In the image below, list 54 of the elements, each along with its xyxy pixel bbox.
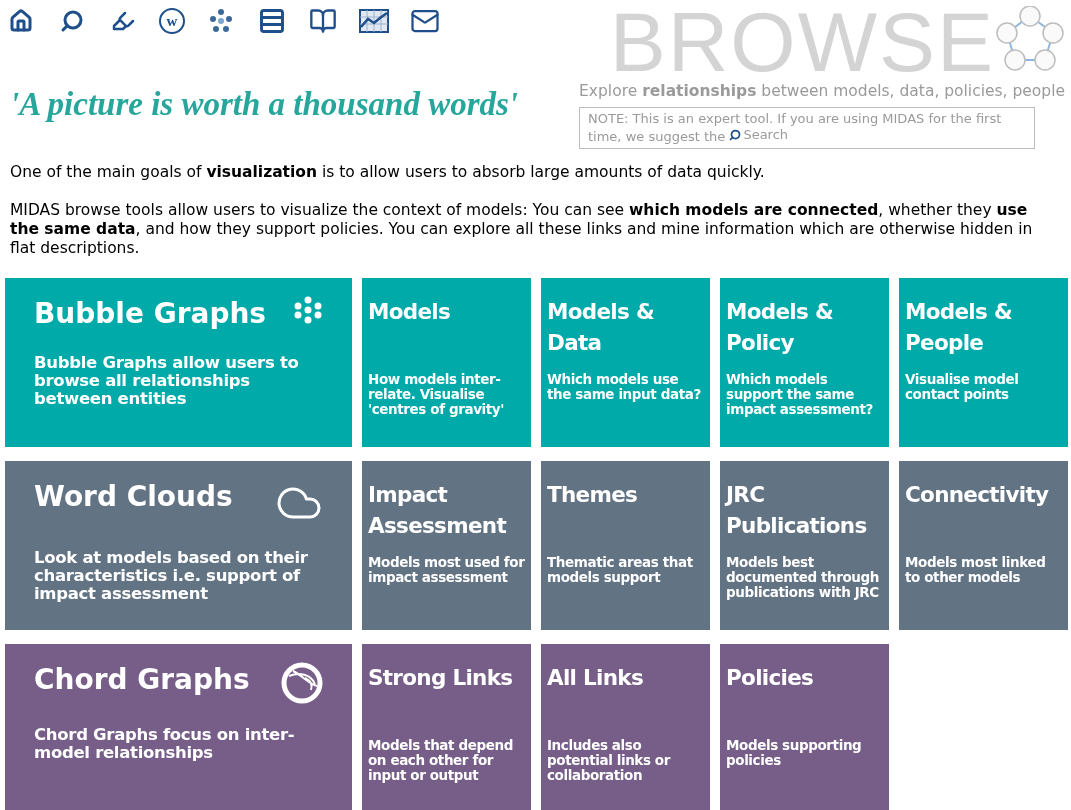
- list-icon[interactable]: [257, 6, 287, 36]
- tile-description: Models best documented through publications with JRC: [726, 555, 881, 601]
- browse-tile[interactable]: Impact Assessment Models most used for impact assessment: [362, 461, 531, 631]
- tile-description: How models inter-relate. Visualise 'centres of gravity': [368, 372, 505, 418]
- search-link[interactable]: Search: [729, 127, 789, 144]
- tile-title: Word Clouds: [34, 479, 233, 516]
- tagline: 'A picture is worth a thousand words': [10, 85, 518, 124]
- tile-description: Models supporting policies: [726, 738, 863, 769]
- tile-description: Models most used for impact assessment: [368, 555, 525, 586]
- chord-icon: [281, 662, 323, 705]
- tile-description: Visualise model contact points: [905, 372, 1020, 403]
- category-tile[interactable]: Bubble Graphs Bubble Graphs allow users to browse all relationships between entities: [5, 278, 352, 448]
- tile-title: Strong Links: [368, 664, 514, 693]
- tile-title: Models & People: [905, 298, 1013, 358]
- tile-title: Connectivity: [905, 481, 1050, 510]
- browse-tile[interactable]: Models & Policy Which models support the same impact assessment?: [720, 278, 889, 448]
- browse-tile[interactable]: Themes Thematic areas that models support: [541, 461, 710, 631]
- note-text: NOTE: This is an expert tool. If you are using MIDAS for the first time, we suggest the Search: [588, 111, 1002, 145]
- tile-description: Chord Graphs focus on inter-model relationships: [34, 726, 296, 763]
- subtitle: Explore relationships between models, data, policies, people: [579, 81, 1065, 102]
- browse-tile[interactable]: All Links Includes also potential links or collaboration: [541, 644, 710, 810]
- intro-paragraph: One of the main goals of visualization is to allow users to absorb large amounts of data quickly.: [10, 163, 766, 183]
- bubble-ring-icon: [995, 6, 1065, 72]
- tile-title: Chord Graphs: [34, 662, 250, 699]
- tile-title: Models & Data: [547, 298, 655, 358]
- tile-description: Which models use the same input data?: [547, 372, 702, 403]
- tile-description: Models that depend on each other for input or output: [368, 738, 514, 784]
- intro-paragraph: MIDAS browse tools allow users to visualize the context of models: You can see which models are connected, whether they use the same data, and how they support policies. You can explore all these links and mine information which are otherwise hidden in flat descriptions.: [10, 201, 1034, 259]
- tile-title: All Links: [547, 664, 645, 693]
- browse-tile[interactable]: JRC Publications Models best documented through publications with JRC: [720, 461, 889, 631]
- category-tile[interactable]: Chord Graphs Chord Graphs focus on inter-model relationships: [5, 644, 352, 810]
- tile-title: Impact Assessment: [368, 481, 508, 541]
- tile-description: Thematic areas that models support: [547, 555, 694, 586]
- category-tile[interactable]: Word Clouds Look at models based on their characteristics i.e. support of impact assessment: [5, 461, 352, 631]
- browse-tile[interactable]: Models & People Visualise model contact points: [899, 278, 1068, 448]
- browse-tile[interactable]: Connectivity Models most linked to other models: [899, 461, 1068, 631]
- tile-title: Models: [368, 298, 452, 327]
- tile-description: Bubble Graphs allow users to browse all relationships between entities: [34, 354, 300, 409]
- tile-description: Includes also potential links or collaboration: [547, 738, 672, 784]
- tile-title: Policies: [726, 664, 815, 693]
- tile-title: Bubble Graphs: [34, 296, 267, 333]
- tile-title: Models & Policy: [726, 298, 834, 358]
- bubbles-icon: [293, 296, 323, 325]
- tile-description: Models most linked to other models: [905, 555, 1047, 586]
- browse-tile[interactable]: Policies Models supporting policies: [720, 644, 889, 810]
- line-chart-icon[interactable]: [359, 6, 389, 36]
- tile-title: JRC Publications: [726, 481, 868, 541]
- browse-tile[interactable]: Models How models inter-relate. Visualise 'centres of gravity': [362, 278, 531, 448]
- tile-title: Themes: [547, 481, 639, 510]
- search-icon: [729, 129, 742, 142]
- browse-tile[interactable]: Strong Links Models that depend on each other for input or output: [362, 644, 531, 810]
- tile-description: Look at models based on their characteristics i.e. support of impact assessment: [34, 549, 309, 604]
- browse-tile[interactable]: Models & Data Which models use the same input data?: [541, 278, 710, 448]
- tile-description: Which models support the same impact assessment?: [726, 372, 874, 418]
